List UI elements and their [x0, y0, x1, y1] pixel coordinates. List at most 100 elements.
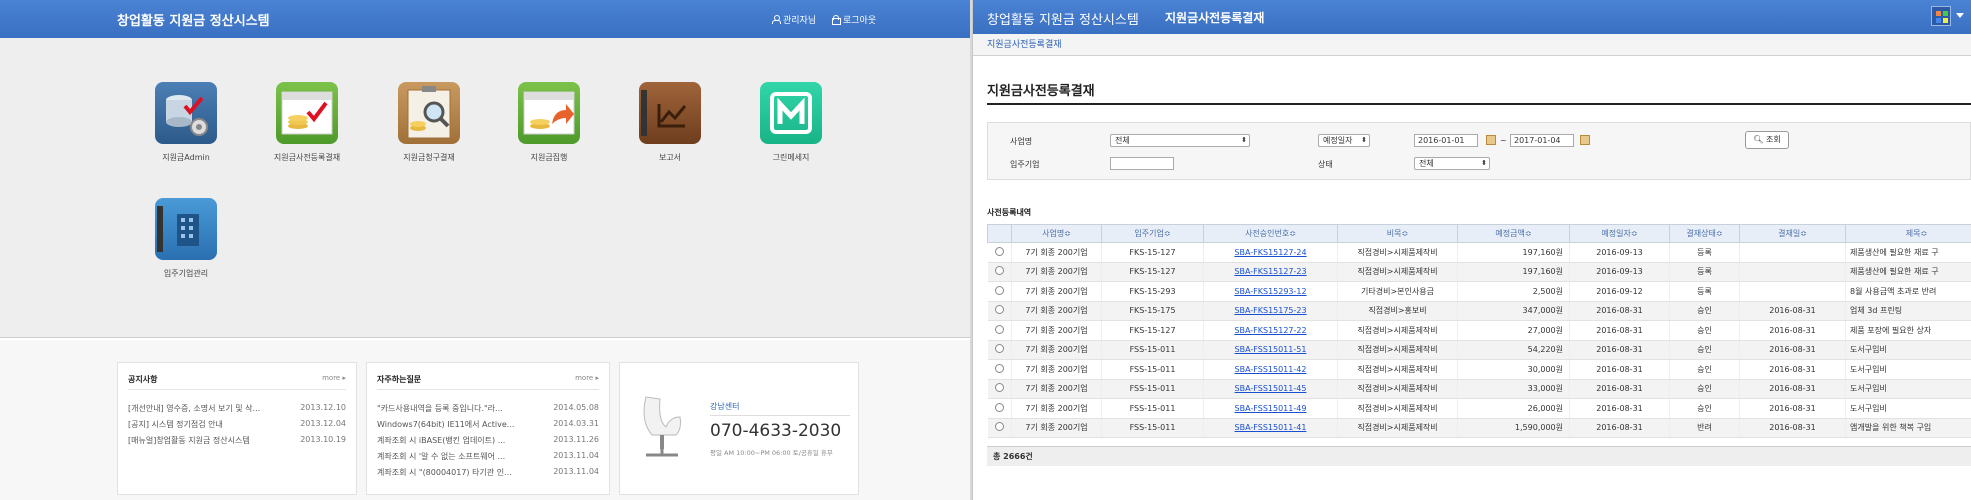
column-header[interactable]: 사전승인번호≎ [1203, 224, 1338, 243]
table-row[interactable]: 7기 회종 200기업 FKS-15-127 SBA-FKS15127-22 직접경비… [987, 320, 1971, 341]
faq-more-link[interactable]: more ▸ [575, 374, 599, 382]
page-title: 지원금사전등록결재 [987, 84, 1095, 99]
faq-item[interactable]: 계좌조회 시 '알 수 없는 소프트웨어 ... 2013.11.04 [377, 451, 599, 462]
row-radio[interactable] [987, 301, 1012, 321]
search-button[interactable]: 🔍︎ 조회 [1745, 131, 1789, 149]
table-row[interactable]: 7기 회종 200기업 FSS-15-011 SBA-FSS15011-49 직접경비… [987, 398, 1971, 419]
table-row[interactable]: 7기 회종 200기업 FKS-15-127 SBA-FKS15127-23 직접경비… [987, 262, 1971, 282]
radio-button[interactable] [994, 344, 1004, 354]
approval-number-link[interactable]: SBA-FSS15011-41 [1235, 423, 1307, 432]
row-radio[interactable] [987, 379, 1012, 399]
table-row[interactable]: 7기 회종 200기업 FSS-15-011 SBA-FSS15011-51 직접경비… [987, 340, 1971, 360]
table-cell: 직접경비>홍보비 [1337, 301, 1458, 321]
table-row[interactable]: 7기 회종 200기업 FKS-15-293 SBA-FKS15293-12 기타경비… [987, 281, 1971, 302]
column-header[interactable]: 예정금액≎ [1457, 224, 1570, 243]
approval-number-link[interactable]: SBA-FSS15011-49 [1235, 404, 1307, 413]
table-cell: 직접경비>시제품제작비 [1337, 379, 1458, 399]
app-grid-button[interactable] [1931, 6, 1951, 26]
table-row[interactable]: 7기 회종 200기업 FKS-15-127 SBA-FKS15127-24 직접경비… [987, 242, 1971, 263]
calendar-icon[interactable] [1580, 135, 1590, 145]
notice-item[interactable]: [공지] 시스템 정기점검 안내 2013.12.04 [128, 419, 346, 430]
main-header: 창업활동 지원금 정산시스템 관리자님 로그아웃 [0, 0, 970, 38]
notice-item[interactable]: [매뉴얼]창업활동 지원금 정산시스템 2013.10.19 [128, 435, 346, 446]
menu-tiles: 지원금Admin 지원금사전등록결재 지원금청구결재 지원금집행 보고서 그린메… [0, 38, 970, 338]
table-row[interactable]: 7기 회종 200기업 FSS-15-011 SBA-FSS15011-45 직접경비… [987, 379, 1971, 399]
card-arrow-icon [518, 82, 580, 144]
approval-number-link[interactable]: SBA-FKS15127-22 [1234, 326, 1306, 335]
row-radio[interactable] [987, 359, 1012, 380]
tile-green-message[interactable]: 그린메세지 [731, 82, 851, 163]
column-header[interactable]: 제목≎ [1845, 224, 1971, 243]
table-row[interactable]: 7기 회종 200기업 FKS-15-175 SBA-FKS15175-23 직접경비… [987, 301, 1971, 321]
company-input[interactable] [1110, 157, 1174, 170]
notice-more-link[interactable]: more ▸ [322, 374, 346, 382]
radio-button[interactable] [994, 324, 1004, 334]
radio-button[interactable] [994, 422, 1004, 432]
table-cell: FKS-15-127 [1101, 320, 1204, 341]
radio-button[interactable] [994, 383, 1004, 393]
table-cell: 2016-08-31 [1569, 359, 1670, 380]
approval-number-link[interactable]: SBA-FSS15011-45 [1235, 384, 1307, 393]
status-select[interactable]: 전체 [1414, 157, 1490, 170]
radio-button[interactable] [994, 363, 1004, 373]
table-row[interactable]: 7기 회종 200기업 FSS-15-011 SBA-FSS15011-42 직접경비… [987, 359, 1971, 380]
business-select[interactable]: 전체 [1110, 134, 1250, 147]
faq-item[interactable]: Windows7(64bit) IE11에서 Active... 2014.03.… [377, 419, 599, 430]
chevron-down-icon[interactable] [1956, 13, 1964, 18]
table-cell: 도서구입비 [1845, 359, 1971, 380]
table-cell: 도서구입비 [1845, 340, 1971, 360]
logout-link[interactable]: 로그아웃 [832, 13, 876, 26]
faq-item[interactable]: 계좌조회 시 iBASE(뱅킨 업데이트) ... 2013.11.26 [377, 435, 599, 446]
row-radio[interactable] [987, 340, 1012, 360]
tile-pre-registration[interactable]: 지원금사전등록결재 [247, 82, 367, 163]
table-cell: 승인 [1669, 320, 1740, 341]
faq-item[interactable]: 계좌조회 시 "(80004017) 타기관 인... 2013.11.04 [377, 467, 599, 478]
radio-button[interactable] [994, 402, 1004, 412]
calendar-icon[interactable] [1486, 135, 1496, 145]
date-from-input[interactable]: 2016-01-01 [1414, 134, 1478, 147]
approval-number-link[interactable]: SBA-FSS15011-42 [1235, 365, 1307, 374]
tile-report[interactable]: 보고서 [610, 82, 730, 163]
approval-number-link[interactable]: SBA-FKS15127-23 [1234, 267, 1306, 276]
column-header[interactable]: 결재일≎ [1739, 224, 1846, 243]
tile-company-management[interactable]: 입주기업관리 [126, 198, 246, 279]
table-cell: 직접경비>시제품제작비 [1337, 262, 1458, 282]
faq-item[interactable]: "카드사용내역을 등록 중입니다."라... 2014.05.08 [377, 403, 599, 414]
row-radio[interactable] [987, 281, 1012, 302]
column-header[interactable]: 입주기업≎ [1101, 224, 1204, 243]
radio-button[interactable] [994, 285, 1004, 295]
manager-link[interactable]: 관리자님 [772, 13, 816, 26]
table-cell: 승인 [1669, 301, 1740, 321]
tile-admin[interactable]: 지원금Admin [126, 82, 246, 163]
row-radio[interactable] [987, 418, 1012, 438]
tile-claim-approval[interactable]: 지원금청구결재 [369, 82, 489, 163]
approval-number-link[interactable]: SBA-FSS15011-51 [1235, 345, 1307, 354]
date-type-select[interactable]: 예정일자 [1318, 134, 1370, 147]
breadcrumb[interactable]: 지원금사전등록결재 [973, 34, 1971, 56]
approval-number-link[interactable]: SBA-FKS15175-23 [1234, 306, 1306, 315]
column-header[interactable]: 결재상태≎ [1669, 224, 1740, 243]
column-header[interactable]: 예정일자≎ [1569, 224, 1670, 243]
tile-execution[interactable]: 지원금집행 [489, 82, 609, 163]
radio-button[interactable] [994, 305, 1004, 315]
table-cell: 2016-08-31 [1569, 320, 1670, 341]
column-header[interactable]: 비목≎ [1337, 224, 1458, 243]
approval-number-link[interactable]: SBA-FKS15293-12 [1234, 287, 1306, 296]
row-radio[interactable] [987, 242, 1012, 263]
table-cell: 2016-08-31 [1569, 340, 1670, 360]
table-cell: 30,000원 [1457, 359, 1570, 380]
notice-item[interactable]: [개선안내] 영수증, 소명서 보기 및 삭... 2013.12.10 [128, 403, 346, 414]
table-cell: SBA-FSS15011-41 [1203, 418, 1338, 438]
radio-button[interactable] [994, 266, 1004, 276]
row-radio[interactable] [987, 262, 1012, 282]
table-row[interactable]: 7기 회종 200기업 FSS-15-011 SBA-FSS15011-41 직접경비… [987, 418, 1971, 438]
table-cell: 제품생산에 필요한 재료 구 [1845, 262, 1971, 282]
radio-button[interactable] [994, 246, 1004, 256]
total-count: 총 2666건 [987, 446, 1971, 466]
row-radio[interactable] [987, 320, 1012, 341]
row-radio[interactable] [987, 398, 1012, 419]
column-header[interactable]: 사업명≎ [1011, 224, 1102, 243]
date-to-input[interactable]: 2017-01-04 [1510, 134, 1574, 147]
approval-number-link[interactable]: SBA-FKS15127-24 [1234, 248, 1306, 257]
tile-label: 보고서 [658, 153, 682, 162]
